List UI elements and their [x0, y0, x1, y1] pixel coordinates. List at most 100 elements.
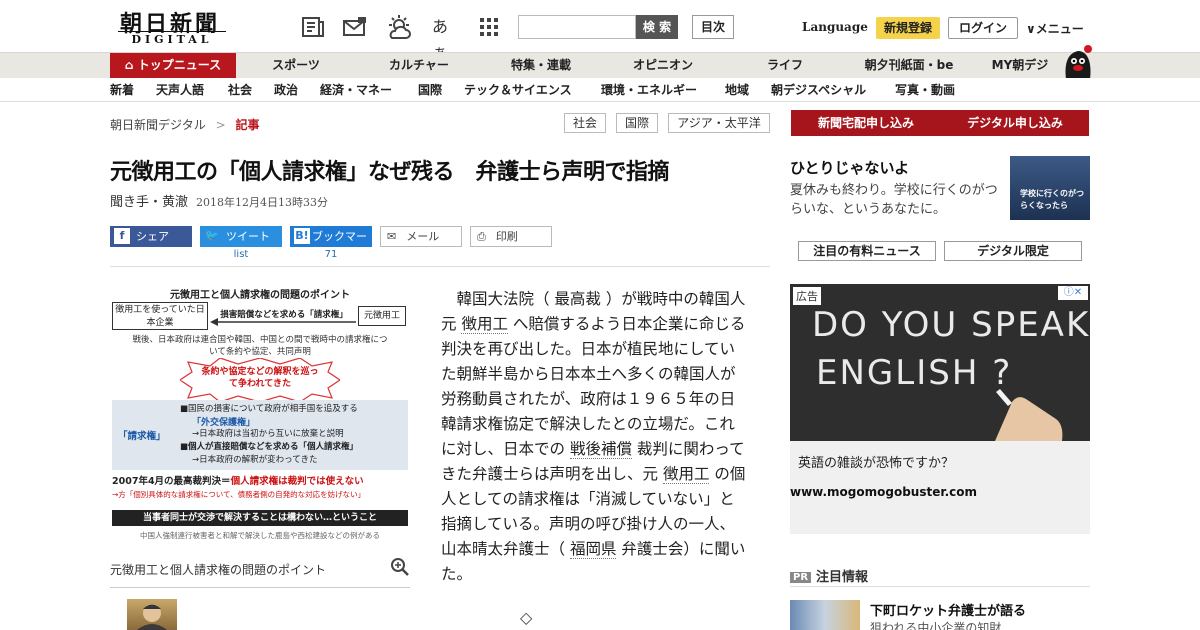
infographic-item1-result: →日本政府は当初から互いに放棄と説明	[192, 429, 344, 439]
ad-image[interactable]: DO YOU SPEAK ENGLISH ?	[790, 284, 1090, 441]
article-body: 韓国大法院（ 最高裁 ）が戦時中の韓国人元 徴用工 へ賠償するよう日本企業に命じ…	[441, 287, 746, 587]
hatena-icon: B!	[294, 228, 310, 244]
infographic-ruling-date: 2007年4月の最高裁判決＝	[112, 476, 231, 487]
contents-button[interactable]: 目次	[692, 15, 734, 39]
nav-sports[interactable]: スポーツ	[256, 53, 336, 78]
subnav-economy[interactable]: 経済・マネー	[320, 81, 392, 98]
keyword-link[interactable]: 戦後補償	[569, 440, 632, 459]
author-photo[interactable]	[127, 599, 177, 630]
article-paragraph: 韓国大法院（ 最高裁 ）が戦時中の韓国人元 徴用工 へ賠償するよう日本企業に命じ…	[441, 287, 746, 587]
infographic-side-label: 「請求権」	[118, 431, 166, 442]
pr-item-title[interactable]: 下町ロケット弁護士が語る	[870, 600, 1026, 619]
ad-text[interactable]: 英語の雑談が恐怖ですか？	[798, 452, 954, 471]
nav-top-news[interactable]: ⌂ トップニュース	[110, 53, 236, 78]
infographic[interactable]: 元徴用工と個人請求権の問題のポイント 徴用工を使っていた日本企業 元徴用工 損害…	[110, 284, 410, 544]
subnav-special[interactable]: 朝デジスペシャル	[771, 81, 866, 98]
ad-close-icon[interactable]: ⓘ✕	[1058, 286, 1088, 300]
infographic-ruling-note: →方「個別具体的な請求権について、債務者側の自発的な対応を妨げない」	[112, 490, 366, 499]
keyword-link[interactable]: 徴用工	[461, 315, 508, 334]
infographic-item1: ■国民の損害について政府が相手国を追及する	[180, 404, 358, 414]
font-size-icon[interactable]: あぁ	[432, 14, 458, 62]
twitter-icon: 🐦	[205, 229, 219, 242]
pr-item-sub[interactable]: 狙われる中小企業の知財	[870, 619, 1001, 630]
twitter-share-button[interactable]: 🐦 ツイート	[200, 226, 282, 247]
ad-label: 広告	[793, 287, 821, 305]
tab-paid-news[interactable]: 注目の有料ニュース	[798, 241, 936, 261]
facebook-icon: f	[114, 228, 130, 244]
keyword-link[interactable]: 福岡県	[569, 540, 617, 559]
global-nav: ⌂ トップニュース スポーツ カルチャー 特集・連載 オピニオン ライフ 朝夕刊…	[0, 45, 1200, 79]
article-byline: 聞き手・黄澈 2018年12月4日13時33分	[110, 191, 328, 210]
infographic-company-box: 徴用工を使っていた日本企業	[112, 302, 208, 330]
breadcrumb-current: 記事	[235, 118, 260, 132]
subnav-tech[interactable]: テック＆サイエンス	[464, 81, 572, 98]
sidebar-feature-image[interactable]: 学校に行くのがつらくなったら	[1010, 156, 1090, 220]
mail-share-button[interactable]: ✉ メール	[380, 226, 462, 247]
search-input[interactable]	[518, 15, 636, 39]
menu-label: メニュー	[1035, 22, 1084, 36]
infographic-item2: ■個人が直接賠償などを求める「個人請求権」	[180, 442, 359, 452]
sidebar-feature-desc[interactable]: 夏休みも終わり。学校に行くのがつらいな、というあなたに。	[790, 181, 1005, 219]
nav-life[interactable]: ライフ	[752, 53, 818, 78]
nav-my-asahi[interactable]: MY朝デジ	[982, 53, 1058, 78]
twitter-count[interactable]: list	[200, 249, 282, 260]
search-button[interactable]: 検 索	[636, 15, 678, 39]
delivery-signup-button[interactable]: 新聞宅配申し込み	[791, 110, 941, 136]
infographic-title: 元徴用工と個人請求権の問題のポイント	[170, 290, 350, 301]
caption-divider	[110, 587, 410, 588]
subnav-tensei[interactable]: 天声人語	[156, 81, 204, 98]
site-logo-sub[interactable]: DIGITAL	[118, 31, 226, 46]
breadcrumb-sep: >	[215, 118, 226, 132]
sub-nav: 新着 天声人語 社会 政治 経済・マネー 国際 テック＆サイエンス 環境・エネル…	[0, 78, 1200, 102]
subnav-society[interactable]: 社会	[228, 81, 252, 98]
site-header: 朝日新聞 DIGITAL あぁ 検 索 目次 Language 新規登録 ログイ…	[0, 0, 1200, 62]
sidebar-feature-title[interactable]: ひとりじゃないよ	[790, 157, 909, 178]
pr-divider	[790, 586, 1090, 587]
infographic-worker-box: 元徴用工	[358, 306, 406, 326]
subnav-region[interactable]: 地域	[725, 81, 749, 98]
facebook-share-label: シェア	[136, 230, 169, 243]
subnav-environment[interactable]: 環境・エネルギー	[601, 81, 697, 98]
subnav-new[interactable]: 新着	[110, 81, 134, 98]
weather-icon[interactable]	[386, 14, 412, 40]
language-link[interactable]: Language	[802, 20, 868, 34]
breadcrumb-home[interactable]: 朝日新聞デジタル	[110, 118, 206, 132]
subnav-politics[interactable]: 政治	[274, 81, 298, 98]
zoom-in-icon[interactable]	[390, 557, 410, 577]
breadcrumb: 朝日新聞デジタル > 記事	[110, 116, 260, 133]
hatena-bookmark-button[interactable]: B! ブックマーク	[290, 226, 372, 264]
nav-print-edition[interactable]: 朝夕刊紙面・be	[856, 53, 962, 78]
subnav-photo[interactable]: 写真・動画	[895, 81, 955, 98]
divider	[110, 266, 770, 267]
subnav-international[interactable]: 国際	[418, 81, 442, 98]
ad-url[interactable]: www.mogomogobuster.com	[790, 485, 977, 499]
print-button[interactable]: ⎙ 印刷	[470, 226, 552, 247]
mail-icon: ✉	[387, 230, 397, 243]
tag-society[interactable]: 社会	[564, 113, 606, 133]
nav-culture[interactable]: カルチャー	[378, 53, 460, 78]
advertisement[interactable]: DO YOU SPEAK ENGLISH ? 広告 ⓘ✕ 英語の雑談が恐怖ですか…	[790, 284, 1090, 534]
tab-digital-only[interactable]: デジタル限定	[944, 241, 1082, 261]
mascot-icon[interactable]	[1060, 45, 1094, 79]
pr-item-image[interactable]	[790, 600, 860, 630]
tag-international[interactable]: 国際	[616, 113, 658, 133]
ad-board-line1: DO YOU SPEAK	[812, 305, 1090, 345]
print-icon: ⎙	[477, 230, 486, 243]
tag-asia-pacific[interactable]: アジア・太平洋	[668, 113, 770, 133]
arrow-left-icon	[210, 318, 356, 326]
hatena-count[interactable]: 71	[290, 249, 372, 260]
apps-grid-icon[interactable]	[476, 14, 502, 40]
nav-features[interactable]: 特集・連載	[498, 53, 584, 78]
person-silhouette	[137, 604, 167, 630]
infographic-footnote: 中国人強制連行被害者と和解で解決した鹿島や西松建設などの例がある	[140, 531, 380, 540]
keyword-link[interactable]: 徴用工	[662, 465, 710, 484]
paper-icon[interactable]	[300, 14, 326, 40]
digital-signup-button[interactable]: デジタル申し込み	[941, 110, 1089, 136]
menu-button[interactable]: ∨メニュー	[1026, 20, 1084, 37]
facebook-share-button[interactable]: f シェア	[110, 226, 192, 247]
figure-caption: 元徴用工と個人請求権の問題のポイント	[110, 563, 327, 577]
mail-icon[interactable]	[342, 14, 368, 40]
login-button[interactable]: ログイン	[948, 17, 1018, 39]
register-button[interactable]: 新規登録	[876, 17, 940, 39]
nav-opinion[interactable]: オピニオン	[622, 53, 704, 78]
